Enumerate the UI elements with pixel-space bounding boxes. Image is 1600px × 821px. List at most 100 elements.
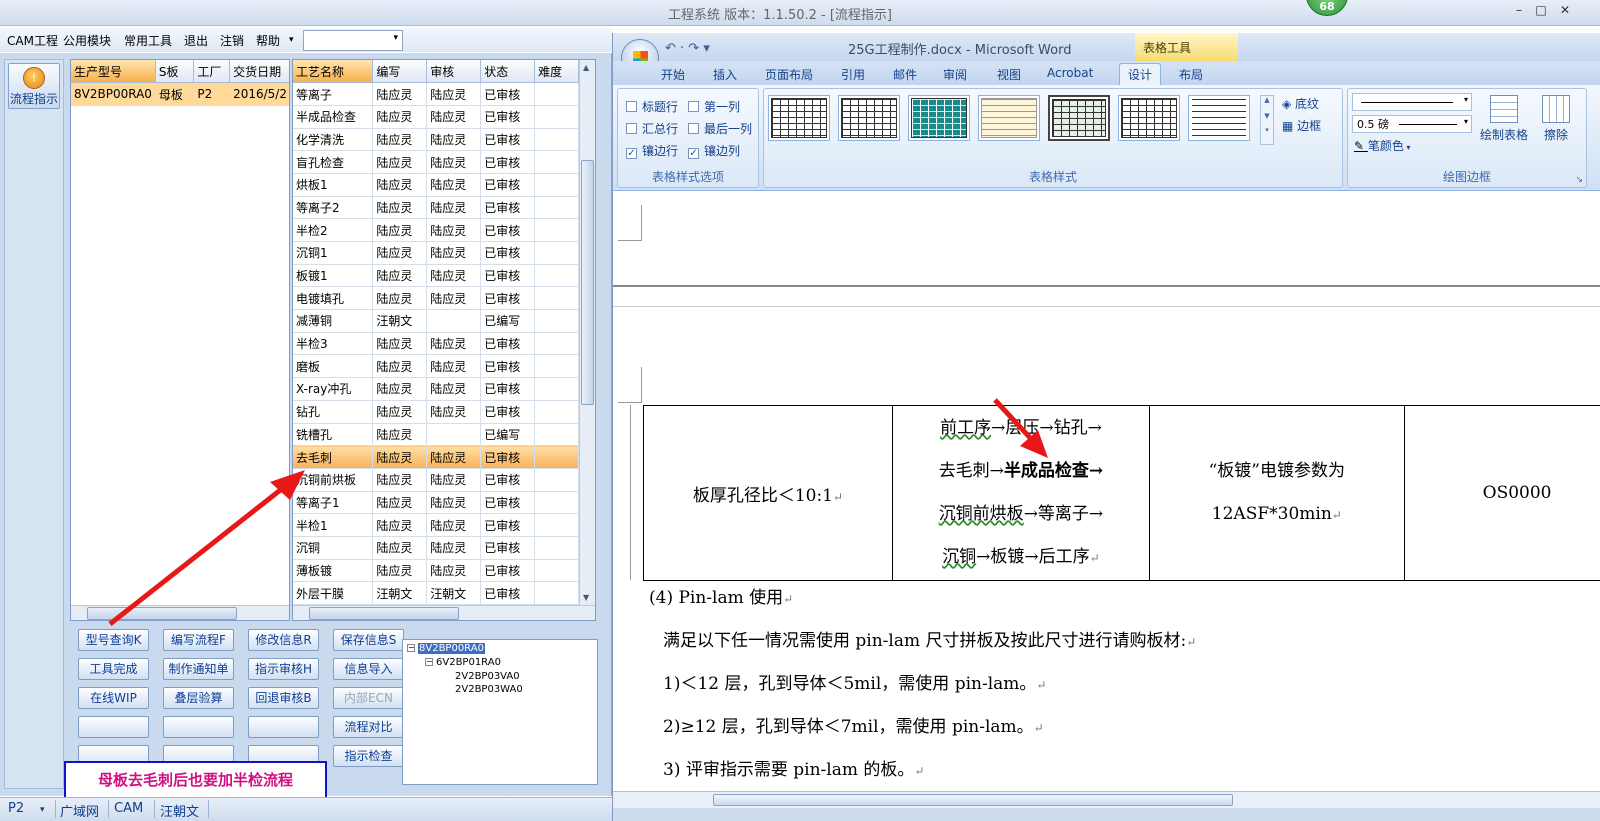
option-header-row[interactable]: 标题行 [626, 98, 678, 115]
dialog-launcher-icon[interactable]: ↘ [1575, 175, 1583, 185]
menu-more-icon[interactable]: ▾ [289, 35, 294, 45]
table-row[interactable]: 磨板 陆应灵 陆应灵 已审核 [293, 354, 579, 379]
scroll-thumb[interactable] [309, 607, 459, 620]
checkbox[interactable] [688, 123, 699, 134]
shading-button[interactable]: ◈ 底纹 [1282, 95, 1319, 112]
table-row[interactable]: 半检1 陆应灵 陆应灵 已审核 [293, 513, 579, 537]
option-first-column[interactable]: 第一列 [688, 98, 740, 115]
table-cell-ratio[interactable]: 板厚孔径比＜10:1↵ [643, 405, 893, 581]
col-header-status[interactable]: 状态 [480, 60, 536, 84]
collapse-icon[interactable]: − [425, 658, 433, 666]
table-style-4[interactable] [978, 95, 1040, 141]
document-hscroll[interactable] [613, 791, 1600, 808]
action-button[interactable] [163, 716, 234, 738]
table-row[interactable]: 沉铜前烘板 陆应灵 陆应灵 已审核 [293, 468, 579, 492]
menu-common-module[interactable]: 公用模块 [63, 32, 111, 49]
action-button[interactable]: 保存信息S [333, 629, 404, 651]
col-header-reviewer[interactable]: 审核 [426, 60, 482, 84]
eraser-button[interactable]: 擦除 [1532, 95, 1580, 143]
menu-dropdown[interactable]: ▾ [303, 30, 403, 51]
option-banded-columns[interactable]: ✓ 镶边列 [688, 142, 740, 159]
border-button[interactable]: ▦ 边框 [1282, 117, 1321, 134]
scroll-down-icon[interactable]: ▼ [583, 593, 589, 602]
table-row[interactable]: 半检3 陆应灵 陆应灵 已审核 [293, 332, 579, 356]
action-button[interactable] [78, 716, 149, 738]
table-row[interactable]: 半检2 陆应灵 陆应灵 已审核 [293, 218, 579, 242]
style-gallery-scroll[interactable]: ▲ ▼ ▾ [1260, 95, 1274, 145]
checkbox[interactable] [626, 101, 637, 112]
flow-instruction-button[interactable]: ! 流程指示 [8, 63, 60, 109]
table-style-7[interactable] [1188, 95, 1250, 141]
ribbon-tab[interactable]: 设计 [1119, 63, 1162, 86]
ribbon-tab[interactable]: Acrobat [1047, 66, 1093, 80]
doc-paragraph[interactable]: 1)＜12 层，孔到导体＜5mil，需使用 pin-lam。↵ [663, 669, 1046, 694]
option-last-column[interactable]: 最后一列 [688, 120, 752, 137]
product-hscroll[interactable] [71, 605, 289, 620]
ribbon-tab[interactable]: 引用 [841, 66, 865, 83]
table-row[interactable]: 电镀填孔 陆应灵 陆应灵 已审核 [293, 286, 579, 311]
option-banded-rows[interactable]: ✓ 镶边行 [626, 142, 678, 159]
col-header-writer[interactable]: 编写 [372, 60, 428, 84]
scroll-thumb[interactable] [87, 607, 237, 620]
tree-node-child[interactable]: −6V2BP01RA0 [425, 657, 501, 668]
col-header-model[interactable]: 生产型号 [71, 60, 156, 84]
action-button[interactable]: 型号查询K [78, 629, 149, 651]
checkbox[interactable] [626, 123, 637, 134]
table-row[interactable]: 去毛刺 陆应灵 陆应灵 已审核 [293, 445, 579, 469]
table-row[interactable]: 沉铜 陆应灵 陆应灵 已审核 [293, 536, 579, 560]
action-button[interactable]: 指示审核H [248, 658, 319, 680]
table-cell-flow[interactable]: 前工序→层压→钻孔→ 去毛刺→半成品检查→ 沉铜前烘板→等离子→ 沉铜→板镀→后… [891, 405, 1150, 581]
table-row[interactable]: 沉铜1 陆应灵 陆应灵 已审核 [293, 241, 579, 265]
action-button[interactable]: 制作通知单 [163, 658, 234, 680]
doc-paragraph[interactable]: 3) 评审指示需要 pin-lam 的板。↵ [663, 755, 924, 780]
scroll-up-icon[interactable]: ▲ [583, 63, 589, 72]
pen-weight-dropdown[interactable]: 0.5 磅 ▾ [1352, 115, 1472, 133]
action-button[interactable]: 叠层验算 [163, 687, 234, 709]
menu-cam[interactable]: CAM工程 [7, 32, 58, 49]
table-row[interactable]: 减薄铜 汪朝文 已编写 [293, 309, 579, 333]
ribbon-tab[interactable]: 页面布局 [765, 66, 813, 83]
scroll-thumb[interactable] [581, 160, 594, 405]
checkbox-checked[interactable]: ✓ [688, 148, 699, 159]
close-button[interactable]: ✕ [1556, 3, 1574, 17]
col-header-delivery-date[interactable]: 交货日期 [229, 60, 289, 84]
table-style-2[interactable] [838, 95, 900, 141]
ribbon-tab[interactable]: 开始 [661, 66, 685, 83]
checkbox-checked[interactable]: ✓ [626, 148, 637, 159]
table-row[interactable]: 薄板镀 陆应灵 陆应灵 已审核 [293, 559, 579, 583]
checkbox[interactable] [688, 101, 699, 112]
more-icon[interactable]: ▾ [1261, 126, 1273, 134]
process-hscroll[interactable] [293, 605, 595, 620]
table-style-1[interactable] [768, 95, 830, 141]
ribbon-tab[interactable]: 视图 [997, 66, 1021, 83]
maximize-button[interactable]: □ [1532, 3, 1550, 17]
document-table[interactable]: 板厚孔径比＜10:1↵ 前工序→层压→钻孔→ 去毛刺→半成品检查→ 沉铜前烘板→… [643, 405, 1600, 581]
process-vscroll[interactable]: ▲ ▼ [579, 60, 595, 605]
action-button[interactable]: 指示检查 [333, 745, 404, 767]
pen-color-button[interactable]: ✎ 笔颜色 ▾ [1354, 137, 1410, 154]
tree-node-leaf[interactable]: 2V2BP03VA0 [455, 671, 520, 682]
draw-table-button[interactable]: 绘制表格 [1474, 95, 1534, 143]
table-cell-params[interactable]: “板镀”电镀参数为 12ASF*30min↵ [1148, 405, 1405, 581]
action-button[interactable]: 在线WIP [78, 687, 149, 709]
chevron-down-icon[interactable]: ▾ [40, 805, 45, 815]
status-factory[interactable]: P2 [8, 801, 24, 816]
table-row[interactable]: 盲孔检查 陆应灵 陆应灵 已审核 [293, 150, 579, 174]
ribbon-tab[interactable]: 邮件 [893, 66, 917, 83]
minimize-button[interactable]: – [1510, 3, 1528, 17]
table-row[interactable]: 铣槽孔 陆应灵 已编写 [293, 423, 579, 447]
ribbon-tab[interactable]: 布局 [1179, 66, 1203, 83]
action-button[interactable]: 编写流程F [163, 629, 234, 651]
scroll-down-icon[interactable]: ▼ [1261, 112, 1273, 120]
table-row[interactable]: 外层干膜 汪朝文 汪朝文 已审核 [293, 581, 579, 605]
table-row[interactable]: X-ray冲孔 陆应灵 陆应灵 已审核 [293, 377, 579, 401]
tree-node-root[interactable]: −8V2BP00RA0 [407, 643, 485, 654]
doc-paragraph[interactable]: 2)≥12 层，孔到导体＜7mil，需使用 pin-lam。↵ [663, 712, 1044, 737]
ribbon-tab[interactable]: 审阅 [943, 66, 967, 83]
table-row[interactable]: 钻孔 陆应灵 陆应灵 已审核 [293, 400, 579, 424]
doc-paragraph[interactable]: (4) Pin-lam 使用↵ [649, 583, 793, 608]
line-style-dropdown[interactable]: ▾ [1352, 93, 1472, 111]
table-row[interactable]: 烘板1 陆应灵 陆应灵 已审核 [293, 173, 579, 197]
col-header-difficulty[interactable]: 难度 [534, 60, 579, 84]
scroll-up-icon[interactable]: ▲ [1261, 96, 1273, 104]
